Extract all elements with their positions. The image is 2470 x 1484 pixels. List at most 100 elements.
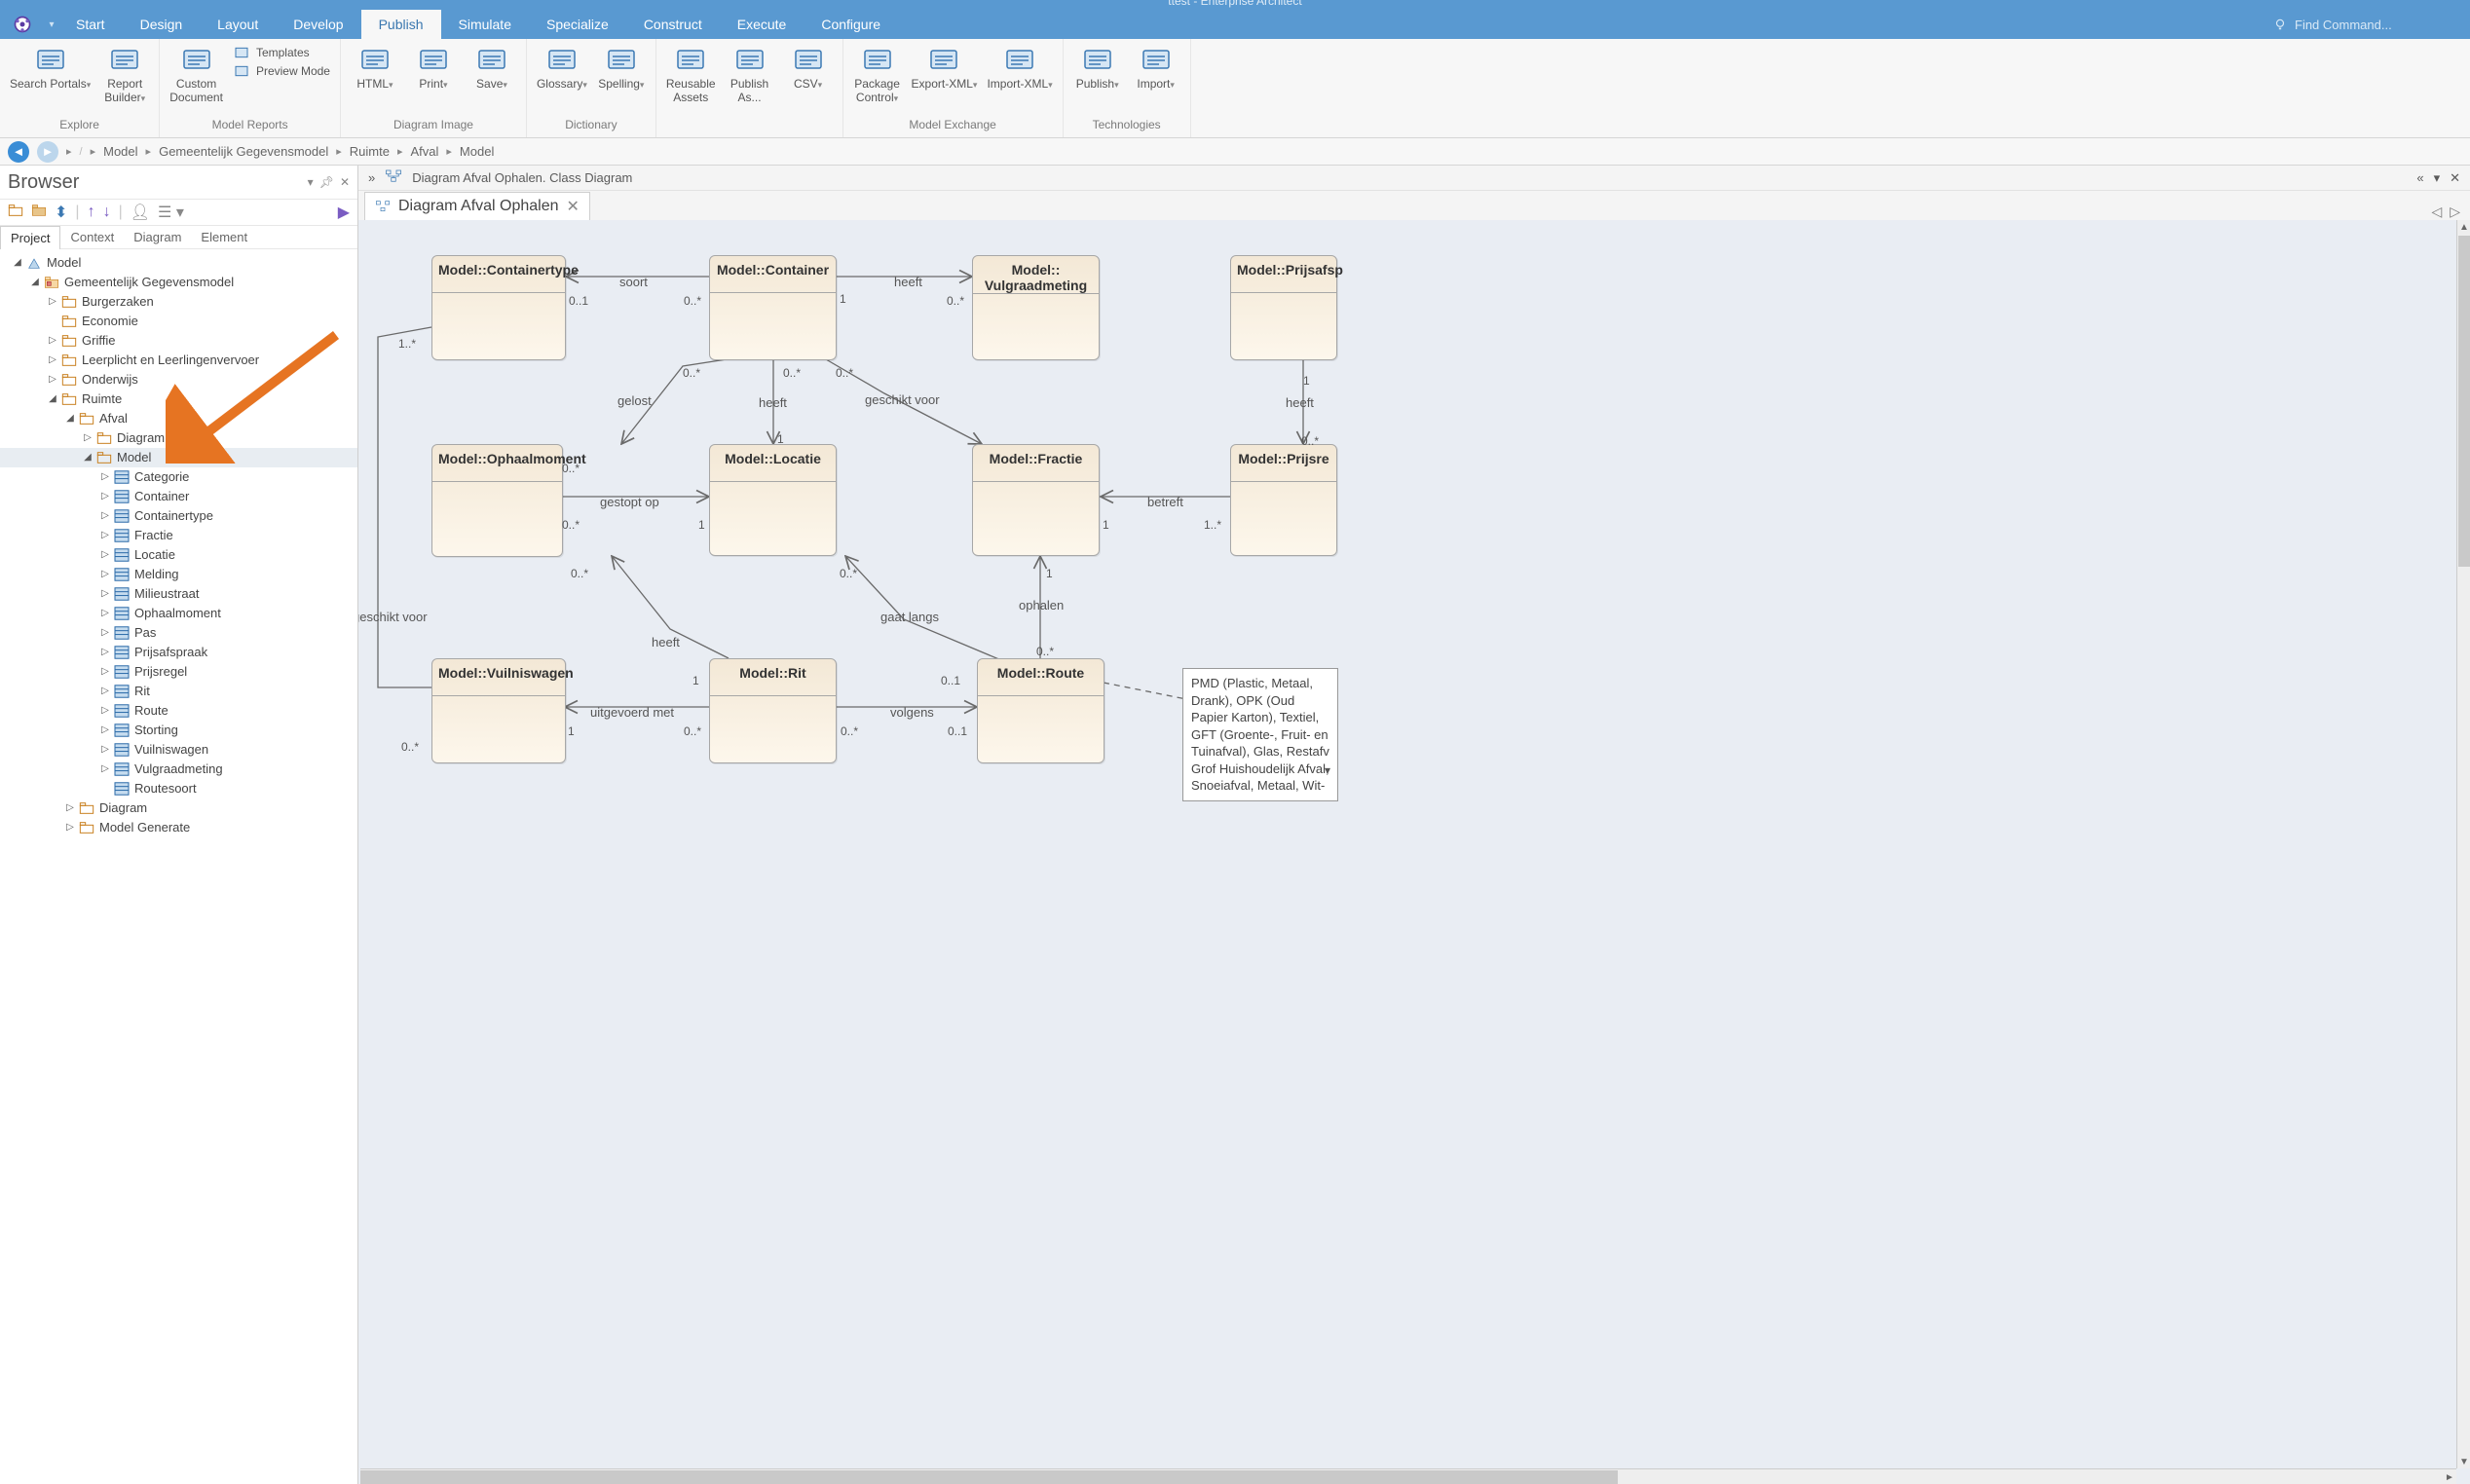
tree-twist-icon[interactable]: ▷ xyxy=(99,760,111,779)
expand-icon[interactable]: » xyxy=(368,170,375,185)
tree-twist-icon[interactable]: ▷ xyxy=(99,526,111,545)
tree-twist-icon[interactable]: ▷ xyxy=(99,604,111,623)
menu-tab-start[interactable]: Start xyxy=(58,10,123,39)
vertical-scrollbar[interactable]: ▲ ▼ xyxy=(2456,220,2470,1468)
browser-tab-element[interactable]: Element xyxy=(191,226,257,248)
uml-class-locatie[interactable]: Model::Locatie xyxy=(709,444,837,556)
tree-row[interactable]: ▷Burgerzaken xyxy=(0,292,357,312)
tree-twist-icon[interactable]: ▷ xyxy=(99,565,111,584)
uml-class-containertype[interactable]: Model::Containertype xyxy=(431,255,566,360)
tree-row[interactable]: Routesoort xyxy=(0,779,357,798)
tree-row[interactable]: ▷Locatie xyxy=(0,545,357,565)
menu-tab-simulate[interactable]: Simulate xyxy=(441,10,529,39)
tree-twist-icon[interactable]: ▷ xyxy=(99,545,111,565)
uml-class-rit[interactable]: Model::Rit xyxy=(709,658,837,763)
ribbon-button-spelling[interactable]: Spelling▾ xyxy=(597,45,646,92)
ribbon-button-html[interactable]: HTML▾ xyxy=(351,45,399,92)
panel-pin-icon[interactable]: 📌︎ xyxy=(319,175,334,189)
tree-twist-icon[interactable]: ◢ xyxy=(47,390,58,409)
tree-twist-icon[interactable]: ▷ xyxy=(47,292,58,312)
close-tab-icon[interactable]: ✕ xyxy=(567,197,580,216)
ribbon-stack-templates[interactable]: Templates xyxy=(233,45,330,60)
next-tab-icon[interactable]: ▷ xyxy=(2450,204,2460,220)
browser-tab-project[interactable]: Project xyxy=(0,226,60,249)
tree-twist-icon[interactable]: ◢ xyxy=(29,273,41,292)
tree-row[interactable]: ▷Fractie xyxy=(0,526,357,545)
tree-row[interactable]: ▷Onderwijs xyxy=(0,370,357,390)
breadcrumb-model[interactable]: Model xyxy=(103,144,137,159)
tree-twist-icon[interactable]: ▷ xyxy=(47,351,58,370)
tree-row[interactable]: ◢Ruimte xyxy=(0,390,357,409)
tree-twist-icon[interactable]: ▷ xyxy=(99,506,111,526)
scroll-up-icon[interactable]: ▲ xyxy=(2457,220,2470,234)
tree-twist-icon[interactable]: ▷ xyxy=(99,701,111,721)
h-scroll-thumb[interactable] xyxy=(360,1470,1618,1484)
tree-row[interactable]: ▷Milieustraat xyxy=(0,584,357,604)
tree-twist-icon[interactable]: ▷ xyxy=(64,818,76,837)
tree-row[interactable]: ◢Afval xyxy=(0,409,357,428)
menu-tab-layout[interactable]: Layout xyxy=(200,10,276,39)
prev-tab-icon[interactable]: ◁ xyxy=(2431,204,2442,220)
tree-row[interactable]: ▷Storting xyxy=(0,721,357,740)
menu-tab-publish[interactable]: Publish xyxy=(361,10,441,39)
tree-twist-icon[interactable]: ▷ xyxy=(47,331,58,351)
menu-tab-design[interactable]: Design xyxy=(123,10,201,39)
tree-twist-icon[interactable]: ▷ xyxy=(64,798,76,818)
uml-class-prijsafspraak[interactable]: Model::Prijsafsp xyxy=(1230,255,1337,360)
tree-row[interactable]: ▷Diagram xyxy=(0,798,357,818)
tree-row[interactable]: ◢Gemeentelijk Gegevensmodel xyxy=(0,273,357,292)
browser-tab-context[interactable]: Context xyxy=(60,226,124,248)
ribbon-button-search-portals[interactable]: Search Portals▾ xyxy=(10,45,91,92)
tree-row[interactable]: ▷Vuilniswagen xyxy=(0,740,357,760)
tree-twist-icon[interactable]: ▷ xyxy=(99,487,111,506)
tree-twist-icon[interactable]: ▷ xyxy=(99,623,111,643)
menu-tab-specialize[interactable]: Specialize xyxy=(529,10,626,39)
move-down-icon[interactable]: ↓ xyxy=(103,204,111,221)
ribbon-button-glossary[interactable]: Glossary▾ xyxy=(537,45,587,92)
scroll-down-icon[interactable]: ▼ xyxy=(2457,1455,2470,1468)
ribbon-button-import-xml[interactable]: Import-XML▾ xyxy=(987,45,1052,92)
hierarchy-icon[interactable]: ⬍ xyxy=(55,203,67,222)
tree-row[interactable]: ◢Model xyxy=(0,448,357,467)
collapse-icon[interactable]: « xyxy=(2416,170,2423,185)
scroll-right-icon[interactable]: ► xyxy=(2443,1469,2456,1484)
nav-forward-button[interactable]: ► xyxy=(37,141,58,163)
tree-twist-icon[interactable]: ▷ xyxy=(99,584,111,604)
ribbon-button-print[interactable]: Print▾ xyxy=(409,45,458,92)
v-scroll-thumb[interactable] xyxy=(2458,236,2470,567)
tree-row[interactable]: ▷Container xyxy=(0,487,357,506)
uml-class-container[interactable]: Model::Container xyxy=(709,255,837,360)
menu-tab-execute[interactable]: Execute xyxy=(720,10,805,39)
close-panel-icon[interactable]: ✕ xyxy=(2450,170,2460,186)
tree-twist-icon[interactable]: ▷ xyxy=(47,370,58,390)
tree-twist-icon[interactable]: ▷ xyxy=(99,721,111,740)
tree-row[interactable]: ▷Categorie xyxy=(0,467,357,487)
note-scroll-icon[interactable]: ▾ xyxy=(1325,763,1330,777)
ribbon-stack-preview-mode[interactable]: Preview Mode xyxy=(233,63,330,79)
tree-row[interactable]: ▷Containertype xyxy=(0,506,357,526)
panel-options-icon[interactable]: ▾ xyxy=(308,175,314,189)
menu-tab-construct[interactable]: Construct xyxy=(626,10,720,39)
find-command-input[interactable] xyxy=(2295,18,2451,32)
tree-twist-icon[interactable]: ◢ xyxy=(82,448,94,467)
menu-tab-develop[interactable]: Develop xyxy=(276,10,360,39)
play-icon[interactable]: ▶ xyxy=(338,203,350,222)
tree-row[interactable]: ▷Route xyxy=(0,701,357,721)
nav-back-button[interactable]: ◄ xyxy=(8,141,29,163)
structure-icon[interactable] xyxy=(385,168,402,187)
ribbon-button-package-control[interactable]: Package Control▾ xyxy=(853,45,902,105)
ribbon-button-import[interactable]: Import▾ xyxy=(1132,45,1180,92)
tree-row[interactable]: ▷Model Generate xyxy=(0,818,357,837)
uml-class-fractie[interactable]: Model::Fractie xyxy=(972,444,1100,556)
ribbon-button-reusable-assets[interactable]: Reusable Assets xyxy=(666,45,716,105)
uml-class-prijsregel[interactable]: Model::Prijsre xyxy=(1230,444,1337,556)
tree-row[interactable]: ▷Ophaalmoment xyxy=(0,604,357,623)
diagram-canvas[interactable]: note (dashed) --> Model::Containertype M… xyxy=(358,220,2470,1484)
tree-row[interactable]: Economie xyxy=(0,312,357,331)
tree-row[interactable]: ◢Model xyxy=(0,253,357,273)
tree-twist-icon[interactable]: ▷ xyxy=(99,662,111,682)
tree-twist-icon[interactable]: ◢ xyxy=(12,253,23,273)
tree-row[interactable]: ▷Rit xyxy=(0,682,357,701)
uml-class-ophaalmoment[interactable]: Model::Ophaalmoment xyxy=(431,444,563,557)
ribbon-button-save[interactable]: Save▾ xyxy=(468,45,516,92)
